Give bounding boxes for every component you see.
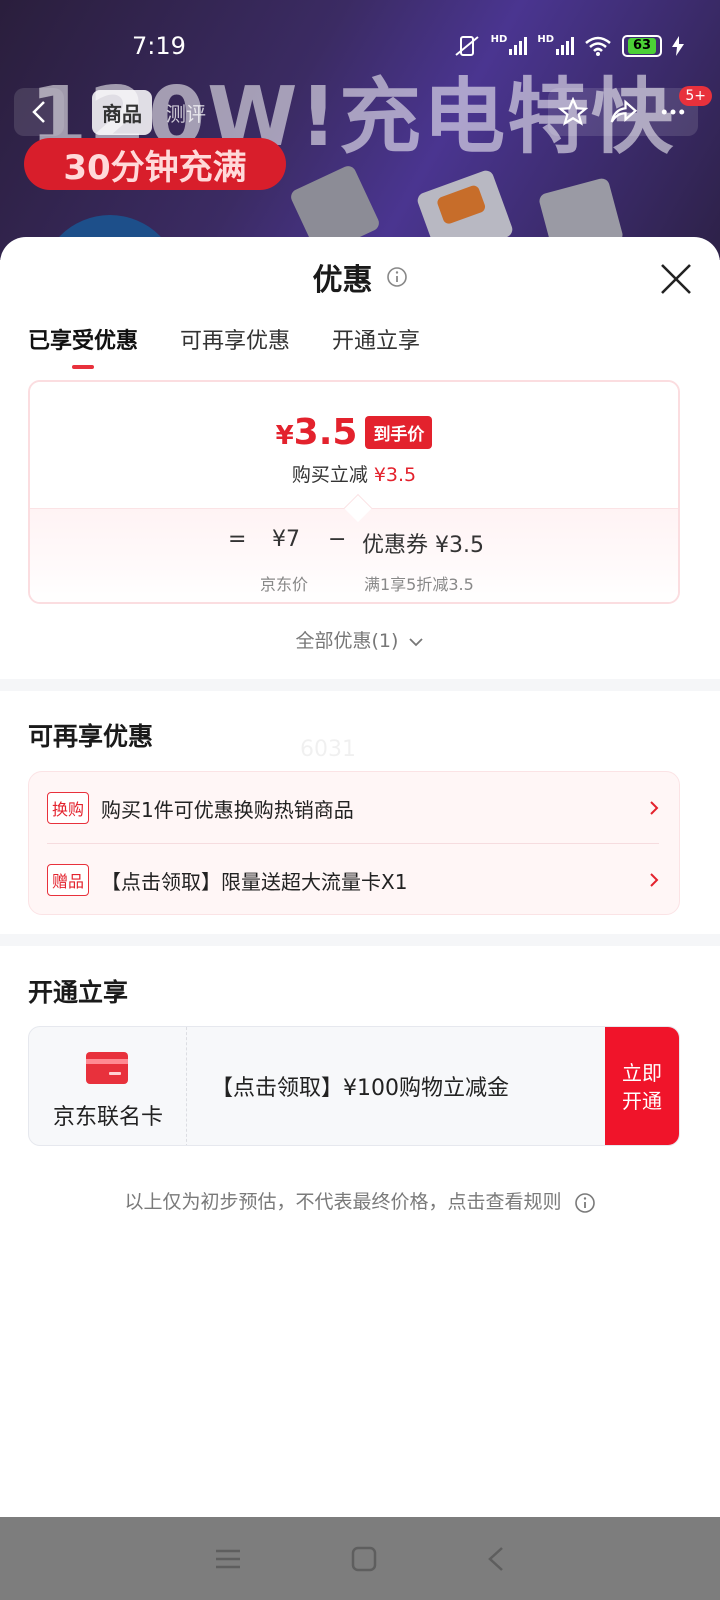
chevron-right-icon [650, 873, 659, 887]
product-badge: 30分钟充满 [24, 138, 286, 190]
open-to-enjoy-title: 开通立享 [28, 978, 129, 1007]
sheet-title: 优惠 [312, 263, 373, 298]
charging-icon [672, 36, 684, 56]
star-icon[interactable] [558, 97, 588, 127]
more-discounts-card: 换购 购买1件可优惠换购热销商品 赠品 【点击领取】限量送超大流量卡X1 [28, 771, 680, 915]
instant-discount: 购买立减 ¥3.5 [291, 464, 417, 486]
section-divider [0, 934, 720, 946]
share-icon[interactable] [608, 97, 638, 127]
tab-review[interactable]: 测评 [156, 90, 216, 135]
hd-label: HD [490, 34, 508, 45]
rules-disclaimer[interactable]: 以上仅为初步预估，不代表最终价格，点击查看规则 [0, 1187, 720, 1214]
close-icon[interactable] [658, 261, 694, 297]
card-offer-text: 【点击领取】¥100购物立减金 [211, 1076, 509, 1101]
signal-icon [509, 37, 528, 55]
co-branded-card-offer[interactable]: 京东联名卡 【点击领取】¥100购物立减金 立即开通 [28, 1026, 680, 1146]
home-icon[interactable] [350, 1545, 378, 1573]
jd-price-label: 京东价 [260, 575, 309, 594]
signal-icon-2 [556, 37, 574, 55]
menu-icon[interactable] [214, 1547, 242, 1571]
list-item-exchange[interactable]: 换购 购买1件可优惠换购热销商品 [47, 772, 659, 844]
battery-icon: 63 [622, 35, 662, 57]
final-price-tag: 到手价 [365, 416, 433, 449]
tab-product[interactable]: 商品 [92, 89, 152, 135]
card-name: 京东联名卡 [52, 1105, 163, 1130]
equals-sign: = [228, 527, 247, 552]
promo-tag: 换购 [47, 792, 90, 824]
credit-card-icon [86, 1052, 128, 1084]
status-bar: 7:19 HD HD 63 [0, 0, 720, 66]
mute-vibrate-icon [455, 36, 479, 56]
system-nav-bar [0, 1517, 720, 1600]
all-discounts-toggle[interactable]: 全部优惠(1) [0, 626, 720, 653]
notification-badge: 5+ [679, 86, 712, 106]
hd-label-2: HD [537, 34, 554, 45]
more-discounts-title: 可再享优惠 [28, 722, 154, 751]
product-nav-actions [548, 88, 698, 136]
coupon-rule: 满1享5折减3.5 [364, 575, 474, 594]
coupon-amount: 优惠券 ¥3.5 [362, 533, 484, 558]
tab-more-discounts[interactable]: 可再享优惠 [180, 323, 290, 367]
tab-open-to-enjoy[interactable]: 开通立享 [332, 323, 420, 367]
watermark: 6031 [300, 737, 356, 762]
section-divider [0, 679, 720, 691]
product-nav-tabs: 商品 测评 [92, 88, 232, 136]
tab-enjoyed-discounts[interactable]: 已享受优惠 [28, 323, 138, 369]
promo-tag: 赠品 [47, 864, 90, 896]
jd-price: ¥7 [272, 527, 300, 552]
open-now-button[interactable]: 立即开通 [605, 1027, 679, 1145]
final-price: ¥3.5 [275, 412, 358, 453]
promo-text: 购买1件可优惠换购热销商品 [101, 797, 354, 822]
back-button[interactable] [14, 88, 64, 136]
sheet-header: 优惠 [0, 255, 720, 303]
chevron-right-icon [650, 801, 659, 815]
chevron-down-icon [409, 637, 424, 646]
back-icon[interactable] [486, 1545, 506, 1573]
info-icon[interactable] [386, 266, 408, 288]
minus-sign: − [328, 527, 347, 552]
price-summary-card: ¥3.5 到手价 购买立减 ¥3.5 = ¥7 − 优惠券 ¥3.5 京东价 满1… [28, 380, 680, 604]
wifi-icon [585, 36, 611, 56]
status-icons: HD HD 63 [453, 34, 684, 58]
discount-tabs: 已享受优惠 可再享优惠 开通立享 [28, 323, 420, 369]
list-item-gift[interactable]: 赠品 【点击领取】限量送超大流量卡X1 [47, 844, 659, 916]
status-time: 7:19 [132, 32, 186, 60]
info-icon [574, 1192, 595, 1213]
promo-text: 【点击领取】限量送超大流量卡X1 [101, 869, 408, 894]
chevron-left-icon [32, 101, 45, 123]
discount-sheet: 优惠 已享受优惠 可再享优惠 开通立享 ¥3.5 到手价 购买立减 ¥3.5 =… [0, 237, 720, 1517]
